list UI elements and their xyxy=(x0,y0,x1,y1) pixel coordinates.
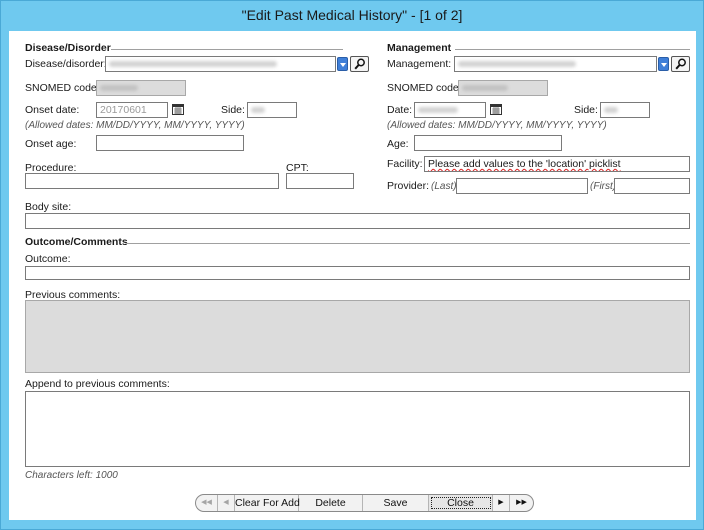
outcome-section-divider xyxy=(126,243,690,244)
body-site-input[interactable] xyxy=(25,213,690,229)
management-section-title: Management xyxy=(387,42,452,54)
disease-search-icon[interactable] xyxy=(350,56,369,72)
window-title: "Edit Past Medical History" - [1 of 2] xyxy=(241,7,463,23)
outcome-input[interactable] xyxy=(25,266,690,280)
management-date-input[interactable] xyxy=(414,102,486,118)
facility-input[interactable]: Please add values to the 'location' pick… xyxy=(424,156,690,172)
management-search-icon[interactable] xyxy=(671,56,690,72)
disease-disorder-label: Disease/disorder: xyxy=(25,58,107,70)
disease-side-input[interactable] xyxy=(247,102,297,118)
management-age-label: Age: xyxy=(387,138,409,150)
dialog-body: Disease/Disorder Disease/disorder: SNOME… xyxy=(9,31,696,520)
management-dropdown[interactable] xyxy=(454,56,657,72)
clear-for-add-button[interactable]: Clear For Add xyxy=(235,495,300,511)
procedure-input[interactable] xyxy=(25,173,279,189)
management-snomed-label: SNOMED code: xyxy=(387,82,462,94)
redacted-value xyxy=(251,107,265,113)
provider-first-name-input[interactable] xyxy=(614,178,690,194)
body-site-label: Body site: xyxy=(25,201,72,213)
redacted-value xyxy=(458,61,576,67)
append-comments-label: Append to previous comments: xyxy=(25,378,170,390)
characters-left-counter: Characters left: 1000 xyxy=(25,470,118,481)
disease-section-divider xyxy=(111,49,343,50)
first-record-icon[interactable]: ◀◀ xyxy=(196,495,218,511)
redacted-value xyxy=(462,85,508,91)
provider-last-name-input[interactable] xyxy=(456,178,588,194)
next-record-icon[interactable]: ▶ xyxy=(493,495,510,511)
disease-side-label: Side: xyxy=(221,104,245,116)
disease-disorder-section-title: Disease/Disorder xyxy=(25,42,111,54)
management-snomed-field xyxy=(458,80,548,96)
facility-value: Please add values to the 'location' pick… xyxy=(428,158,621,170)
onset-age-input[interactable] xyxy=(96,135,244,151)
disease-snomed-field xyxy=(96,80,186,96)
onset-date-label: Onset date: xyxy=(25,104,80,116)
onset-date-input[interactable]: 20170601 xyxy=(96,102,168,118)
delete-button[interactable]: Delete xyxy=(299,495,363,511)
outcome-label: Outcome: xyxy=(25,253,71,265)
onset-date-calendar-icon[interactable] xyxy=(172,103,184,115)
previous-record-icon[interactable]: ◀ xyxy=(218,495,235,511)
disease-dropdown-arrow-icon[interactable] xyxy=(337,57,348,71)
management-age-input[interactable] xyxy=(414,135,562,151)
cpt-input[interactable] xyxy=(286,173,354,189)
save-button[interactable]: Save xyxy=(363,495,429,511)
record-navigation-bar: ◀◀ ◀ Clear For Add Delete Save Close ▶ ▶… xyxy=(195,494,534,512)
management-section-divider xyxy=(455,49,690,50)
management-label: Management: xyxy=(387,58,452,70)
redacted-value xyxy=(109,61,277,67)
dialog-window: "Edit Past Medical History" - [1 of 2] D… xyxy=(0,0,704,530)
management-dropdown-arrow-icon[interactable] xyxy=(658,57,669,71)
outcome-comments-section-title: Outcome/Comments xyxy=(25,236,128,248)
previous-comments-box xyxy=(25,300,690,373)
close-button[interactable]: Close xyxy=(429,495,493,511)
redacted-value xyxy=(418,107,458,113)
onset-age-label: Onset age: xyxy=(25,138,77,150)
provider-first-hint: (First) xyxy=(590,181,617,192)
disease-snomed-label: SNOMED code: xyxy=(25,82,100,94)
facility-label: Facility: xyxy=(387,158,423,170)
last-record-icon[interactable]: ▶▶ xyxy=(510,495,533,511)
management-date-calendar-icon[interactable] xyxy=(490,103,502,115)
management-side-label: Side: xyxy=(574,104,598,116)
redacted-value xyxy=(604,107,618,113)
redacted-value xyxy=(100,85,138,91)
disease-disorder-dropdown[interactable] xyxy=(105,56,336,72)
management-side-input[interactable] xyxy=(600,102,650,118)
provider-label: Provider: xyxy=(387,180,430,192)
provider-last-hint: (Last) xyxy=(431,181,457,192)
management-allowed-dates-hint: (Allowed dates: MM/DD/YYYY, MM/YYYY, YYY… xyxy=(387,120,607,131)
management-date-label: Date: xyxy=(387,104,413,116)
append-comments-textarea[interactable] xyxy=(25,391,690,467)
disease-allowed-dates-hint: (Allowed dates: MM/DD/YYYY, MM/YYYY, YYY… xyxy=(25,120,245,131)
